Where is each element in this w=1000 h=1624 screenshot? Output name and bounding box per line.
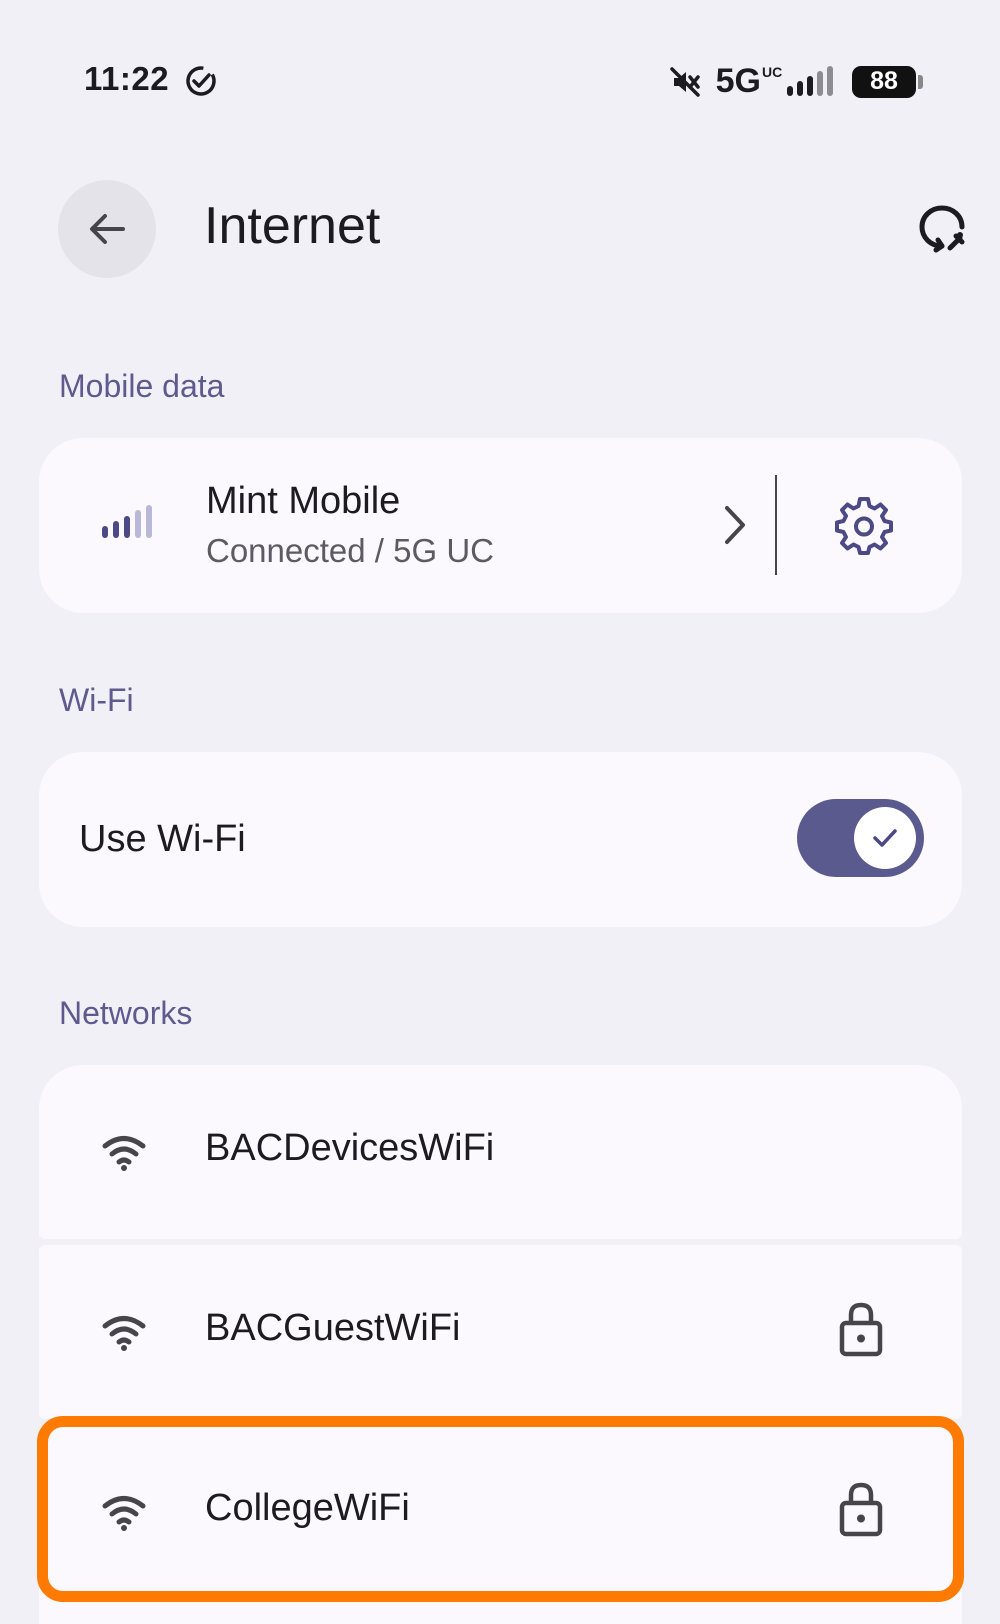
lock-icon — [839, 1482, 883, 1537]
network-reset-icon — [919, 205, 965, 253]
toggle-knob — [854, 807, 916, 869]
battery-indicator: 88 — [852, 65, 923, 98]
check-circle-icon — [186, 66, 216, 96]
section-header-mobile-data: Mobile data — [59, 368, 225, 404]
network-row-collegewifi[interactable]: CollegeWiFi — [39, 1425, 962, 1624]
carrier-name: Mint Mobile — [206, 480, 401, 522]
network-row-bacdeviceswifi[interactable]: BACDevicesWiFi — [39, 1065, 962, 1239]
network-row-bacguestwifi[interactable]: BACGuestWiFi — [39, 1245, 962, 1419]
back-button[interactable] — [58, 180, 156, 278]
mobile-data-card[interactable]: Mint Mobile Connected / 5G UC — [39, 438, 962, 613]
use-wifi-label: Use Wi-Fi — [79, 818, 246, 860]
internet-settings-screen: 11:22 5G UC 88 Internet Mobile data Mint… — [0, 0, 1000, 1624]
wifi-icon — [102, 1316, 146, 1351]
network-name: BACGuestWiFi — [205, 1307, 461, 1349]
wifi-icon — [102, 1496, 146, 1531]
battery-level: 88 — [870, 67, 898, 95]
wifi-toggle[interactable] — [797, 799, 924, 877]
use-wifi-card[interactable]: Use Wi-Fi — [39, 752, 962, 927]
gear-icon[interactable] — [834, 496, 894, 556]
network-sup: UC — [762, 64, 783, 80]
section-header-networks: Networks — [59, 995, 193, 1031]
carrier-status: Connected / 5G UC — [206, 532, 494, 569]
mute-icon — [669, 66, 700, 97]
status-icons: 5G UC 88 — [668, 62, 923, 101]
lock-icon — [839, 1302, 883, 1357]
status-time: 11:22 — [84, 60, 170, 97]
mobile-signal-icon — [102, 505, 152, 538]
divider — [775, 475, 777, 575]
page-title: Internet — [204, 197, 381, 255]
check-icon — [873, 829, 897, 847]
chevron-right-icon[interactable] — [715, 496, 755, 554]
status-bar: 11:22 5G UC 88 — [0, 56, 1000, 106]
network-name: BACDevicesWiFi — [205, 1127, 495, 1169]
network-reset-button[interactable] — [914, 200, 970, 256]
wifi-icon — [102, 1136, 146, 1171]
network-type: 5G UC — [715, 62, 783, 100]
signal-strength-icon — [787, 65, 833, 96]
arrow-back-icon — [90, 214, 125, 244]
network-name: CollegeWiFi — [205, 1487, 410, 1529]
section-header-wifi: Wi-Fi — [59, 682, 134, 718]
